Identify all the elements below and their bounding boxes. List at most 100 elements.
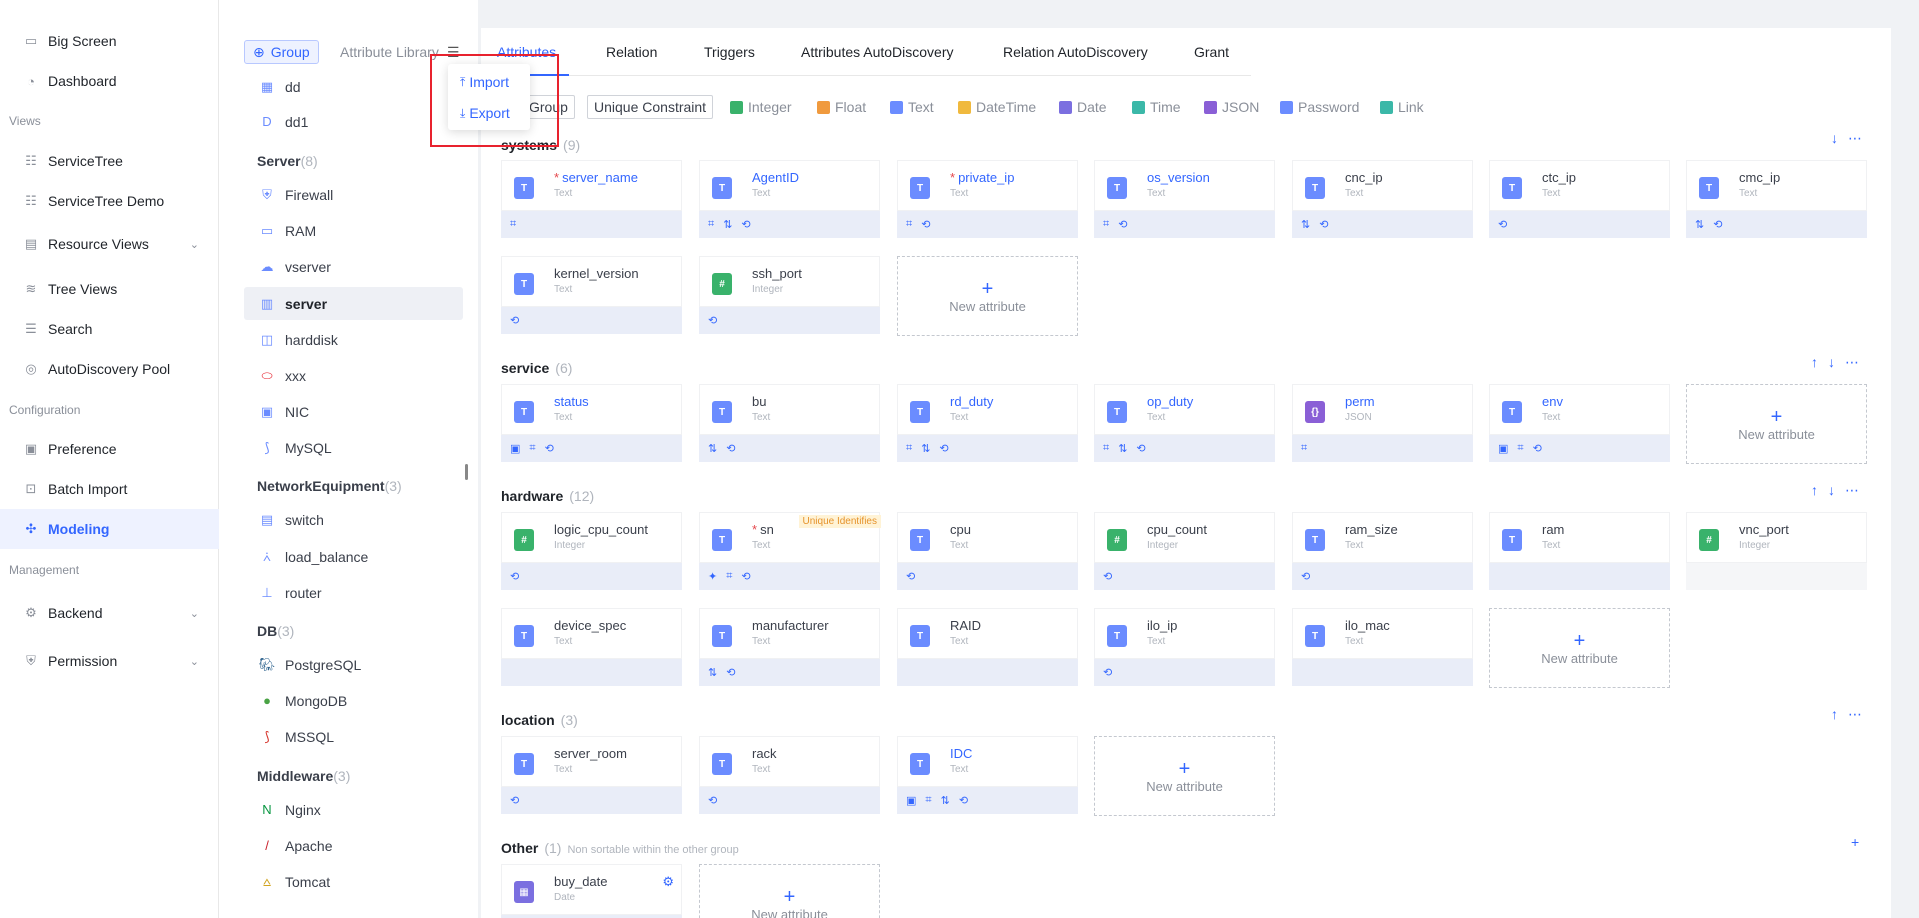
attribute-card[interactable]: Tcpu Text ⟲ — [897, 512, 1078, 590]
plus-icon[interactable]: + — [1851, 834, 1859, 850]
attribute-card[interactable]: Tilo_mac Text — [1292, 608, 1473, 686]
attribute-card[interactable]: Tram_size Text ⟲ — [1292, 512, 1473, 590]
type-time[interactable]: Time — [1132, 95, 1181, 119]
attribute-card[interactable]: T * private_ip Text ⌗ ⟲ — [897, 160, 1078, 238]
tree-item-xxx[interactable]: ⬭ xxx — [244, 359, 463, 392]
tree-group-server[interactable]: Server(8) — [257, 153, 318, 169]
tree-item-nginx[interactable]: N Nginx — [244, 793, 463, 826]
arrow-down-icon[interactable]: ↓ — [1828, 354, 1835, 371]
arrow-up-icon[interactable]: ↑ — [1831, 706, 1838, 723]
tree-item-harddisk[interactable]: ◫ harddisk — [244, 323, 463, 356]
type-text[interactable]: Text — [890, 95, 934, 119]
tree-item-apache[interactable]: / Apache — [244, 829, 463, 862]
type-password[interactable]: Password — [1280, 95, 1359, 119]
attribute-card[interactable]: Tenv Text ▣ ⌗ ⟲ — [1489, 384, 1670, 462]
tree-item-switch[interactable]: ▤ switch — [244, 503, 463, 536]
tree-resize-handle[interactable] — [465, 464, 468, 480]
attribute-card[interactable]: Tram Text — [1489, 512, 1670, 590]
tab-relation[interactable]: Relation — [606, 44, 657, 60]
tree-item-nic[interactable]: ▣ NIC — [244, 395, 463, 428]
nav-item-permission[interactable]: ⛨ Permission ⌄ — [0, 641, 219, 681]
tab-triggers[interactable]: Triggers — [704, 44, 755, 60]
more-icon[interactable]: ⋯ — [1848, 706, 1862, 723]
attribute-card[interactable]: Tbu Text ⇅ ⟲ — [699, 384, 880, 462]
attribute-card[interactable]: Tos_version Text ⌗ ⟲ — [1094, 160, 1275, 238]
attribute-card[interactable]: Top_duty Text ⌗ ⇅ ⟲ — [1094, 384, 1275, 462]
new-attribute-button[interactable]: + New attribute — [1686, 384, 1867, 464]
edit-icon: ⟲ — [544, 443, 554, 455]
more-icon[interactable]: ⋯ — [1845, 354, 1859, 371]
type-date[interactable]: Date — [1059, 95, 1107, 119]
tree-item-router[interactable]: ⊥ router — [244, 576, 463, 609]
attribute-card[interactable]: Tilo_ip Text ⟲ — [1094, 608, 1275, 686]
attribute-card[interactable]: Trd_duty Text ⌗ ⇅ ⟲ — [897, 384, 1078, 462]
tree-group-networkequipment[interactable]: NetworkEquipment(3) — [257, 478, 402, 494]
tab-grant[interactable]: Grant — [1194, 44, 1229, 60]
nav-item-search[interactable]: ☰ Search — [0, 309, 219, 349]
nav-item-autodiscovery-pool[interactable]: ◎ AutoDiscovery Pool — [0, 349, 219, 389]
new-attribute-button[interactable]: + New attribute — [1094, 736, 1275, 816]
tree-item-vserver[interactable]: ☁ vserver — [244, 250, 463, 283]
attribute-card[interactable]: # logic_cpu_count Integer ⟲ — [501, 512, 682, 590]
tree-item-load-balance[interactable]: ⩑ load_balance — [244, 540, 463, 573]
nav-item-servicetree[interactable]: ☷ ServiceTree — [0, 141, 219, 181]
attribute-card[interactable]: # vnc_port Integer — [1686, 512, 1867, 590]
more-icon[interactable]: ⋯ — [1848, 130, 1862, 147]
type-datetime[interactable]: DateTime — [958, 95, 1036, 119]
tree-item-mongodb[interactable]: ● MongoDB — [244, 684, 463, 717]
nav-item-big-screen[interactable]: ▭ Big Screen — [0, 21, 219, 61]
new-attribute-button[interactable]: + New attribute — [1489, 608, 1670, 688]
nav-item-dashboard[interactable]: ◔ Dashboard — [0, 61, 219, 101]
attribute-card[interactable]: Tctc_ip Text ⟲ — [1489, 160, 1670, 238]
tree-group-db[interactable]: DB(3) — [257, 623, 294, 639]
attribute-card[interactable]: Tserver_room Text ⟲ — [501, 736, 682, 814]
tree-item-tomcat[interactable]: ⩟ Tomcat — [244, 865, 463, 898]
attribute-card[interactable]: # cpu_count Integer ⟲ — [1094, 512, 1275, 590]
gear-icon[interactable]: ⚙ — [662, 874, 674, 890]
tree-item-mssql[interactable]: ⟆ MSSQL — [244, 720, 463, 753]
nav-item-backend[interactable]: ⚙ Backend ⌄ — [0, 593, 219, 633]
tree-item-ram[interactable]: ▭ RAM — [244, 214, 463, 247]
nav-item-batch-import[interactable]: ⊡ Batch Import — [0, 469, 219, 509]
attribute-card[interactable]: T IDC Text ▣ ⌗ ⇅ ⟲ — [897, 736, 1078, 814]
tree-item-mysql[interactable]: ⟆ MySQL — [244, 431, 463, 464]
tree-item-postgresql[interactable]: 🐘︎ PostgreSQL — [244, 648, 463, 681]
new-attribute-button[interactable]: + New attribute — [897, 256, 1078, 336]
arrow-down-icon[interactable]: ↓ — [1828, 482, 1835, 499]
attribute-card[interactable]: T AgentID Text ⌗ ⇅ ⟲ — [699, 160, 880, 238]
attribute-card[interactable]: {} perm JSON ⌗ — [1292, 384, 1473, 462]
arrow-up-icon[interactable]: ↑ — [1811, 354, 1818, 371]
nav-item-tree-views[interactable]: ≋ Tree Views — [0, 269, 219, 309]
attribute-card[interactable]: ▦ buy_date Date ⚙ — [501, 864, 682, 918]
more-icon[interactable]: ⋯ — [1845, 482, 1859, 499]
tab-relation-autodiscovery[interactable]: Relation AutoDiscovery — [1003, 44, 1148, 60]
tab-attributes-autodiscovery[interactable]: Attributes AutoDiscovery — [801, 44, 954, 60]
attribute-card[interactable]: Track Text ⟲ — [699, 736, 880, 814]
type-link[interactable]: Link — [1380, 95, 1424, 119]
nav-item-preference[interactable]: ▣ Preference — [0, 429, 219, 469]
attribute-card[interactable]: # ssh_port Integer ⟲ — [699, 256, 880, 334]
tree-group-middleware[interactable]: Middleware(3) — [257, 768, 350, 784]
nav-item-modeling[interactable]: ✣ Modeling — [0, 509, 219, 549]
new-attribute-button[interactable]: + New attribute — [699, 864, 880, 918]
nav-item-resource-views[interactable]: ▤ Resource Views ⌄ — [0, 224, 219, 264]
arrow-down-icon[interactable]: ↓ — [1831, 130, 1838, 147]
type-json[interactable]: JSON — [1204, 95, 1259, 119]
attribute-card[interactable]: Tcmc_ip Text ⇅ ⟲ — [1686, 160, 1867, 238]
tree-item-server[interactable]: ▥ server — [244, 287, 463, 320]
unique-constraint-button[interactable]: Unique Constraint — [587, 95, 714, 119]
attribute-card[interactable]: T RAID Text — [897, 608, 1078, 686]
tree-item-firewall[interactable]: ⛨ Firewall — [244, 178, 463, 211]
attribute-card[interactable]: T * sn Text Unique Identifies ✦ ⌗ ⟲ — [699, 512, 881, 590]
attribute-card[interactable]: T * server_name Text ⌗ — [501, 160, 682, 238]
attribute-card[interactable]: Tkernel_version Text ⟲ — [501, 256, 682, 334]
attribute-card[interactable]: Tstatus Text ▣ ⌗ ⟲ — [501, 384, 682, 462]
type-float[interactable]: Float — [817, 95, 866, 119]
attribute-card[interactable]: Tdevice_spec Text — [501, 608, 682, 686]
type-integer[interactable]: Integer — [730, 95, 792, 119]
attribute-card[interactable]: Tcnc_ip Text ⇅ ⟲ — [1292, 160, 1473, 238]
add-group-button[interactable]: ⊕ Group — [244, 40, 319, 64]
arrow-up-icon[interactable]: ↑ — [1811, 482, 1818, 499]
attribute-card[interactable]: Tmanufacturer Text ⇅ ⟲ — [699, 608, 880, 686]
nav-item-servicetree-demo[interactable]: ☷ ServiceTree Demo — [0, 181, 219, 221]
